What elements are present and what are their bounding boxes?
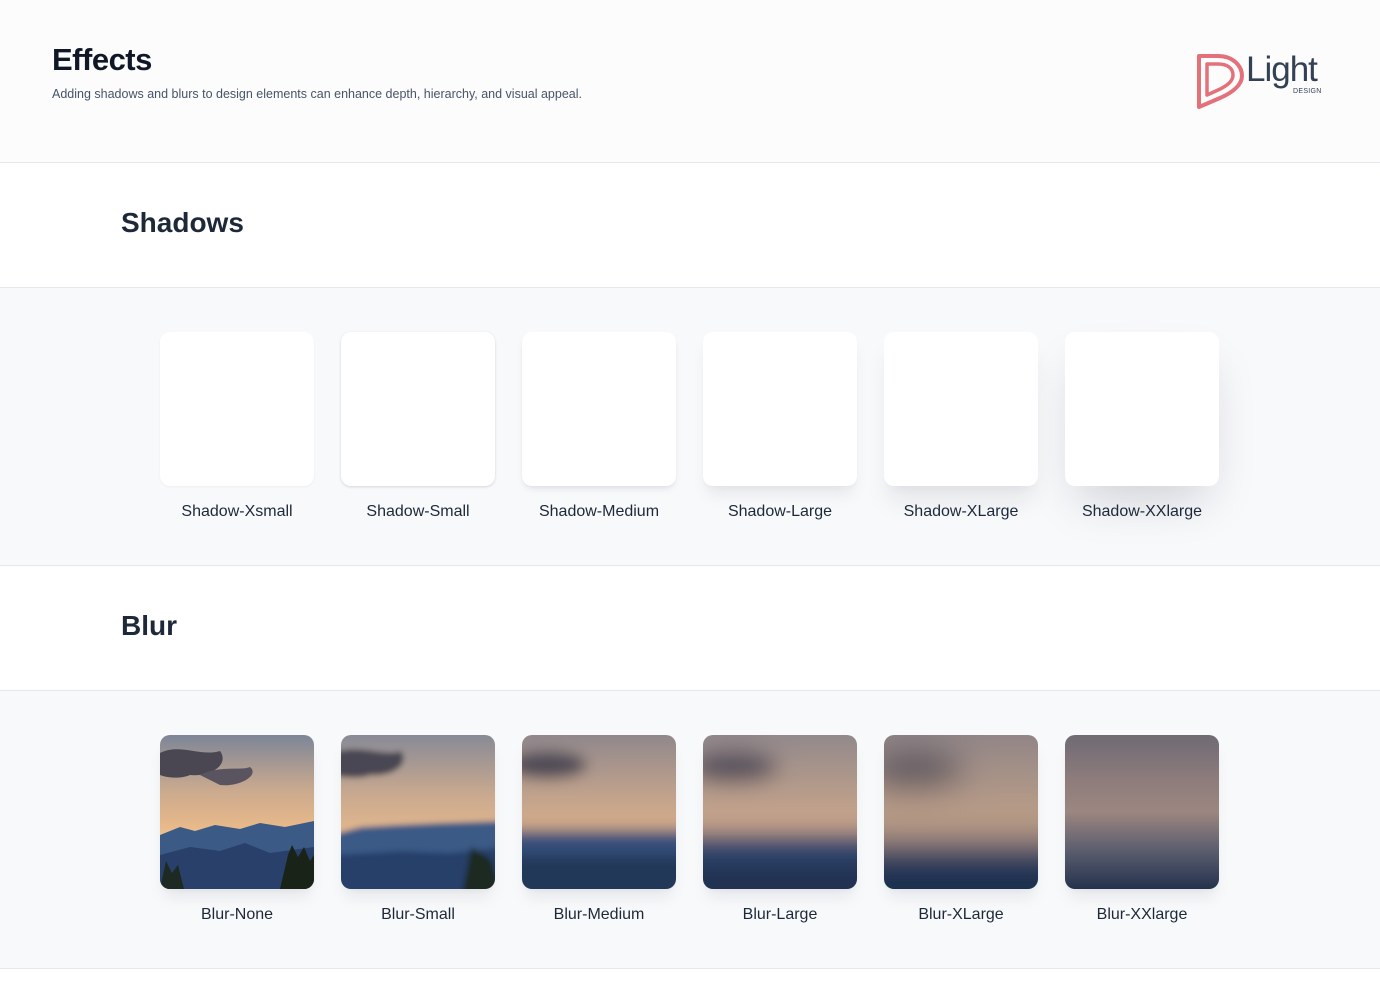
sunset-image-blur-medium — [522, 735, 676, 889]
shadow-swatch — [522, 332, 676, 486]
blur-panel: Blur-None Blur-Small Blur-Medium Blur-La… — [0, 690, 1380, 969]
shadow-label: Shadow-Medium — [538, 503, 660, 520]
shadow-swatch — [160, 332, 314, 486]
shadows-section-title: Shadows — [121, 207, 244, 238]
shadow-label: Shadow-XXlarge — [1081, 503, 1203, 520]
sunset-image-blur-small — [341, 735, 495, 889]
blur-label: Blur-Large — [742, 906, 818, 923]
page-title: Effects — [52, 42, 152, 77]
logo-wordmark: Light — [1246, 50, 1318, 89]
shadow-swatch — [703, 332, 857, 486]
blur-photo — [884, 735, 1038, 889]
blur-label: Blur-None — [200, 906, 274, 923]
page-header: Effects Adding shadows and blurs to desi… — [0, 0, 1380, 163]
brand-logo: Light DESIGN — [1196, 50, 1331, 110]
blur-photo — [160, 735, 314, 889]
sunset-image — [160, 735, 314, 889]
shadow-swatch — [341, 332, 495, 486]
shadow-label: Shadow-Small — [366, 503, 470, 520]
sunset-image-blur-large — [703, 735, 857, 889]
blur-photo — [341, 735, 495, 889]
blur-section-title: Blur — [121, 610, 177, 641]
blur-photo — [703, 735, 857, 889]
sunset-image-blur-xxlarge — [1065, 735, 1219, 889]
blur-label: Blur-XXlarge — [1096, 906, 1188, 923]
shadow-swatch — [1065, 332, 1219, 486]
blur-label: Blur-XLarge — [918, 906, 1004, 923]
shadow-label: Shadow-XLarge — [903, 503, 1019, 520]
page-description: Adding shadows and blurs to design eleme… — [52, 87, 582, 101]
logo-mark-icon — [1197, 54, 1244, 109]
shadow-label: Shadow-Large — [727, 503, 833, 520]
blur-label: Blur-Small — [381, 906, 455, 923]
sunset-image-blur-xlarge — [884, 735, 1038, 889]
logo-subtext: DESIGN — [1293, 88, 1322, 95]
blur-photo — [522, 735, 676, 889]
shadows-panel: Shadow-Xsmall Shadow-Small Shadow-Medium… — [0, 287, 1380, 566]
blur-label: Blur-Medium — [553, 906, 645, 923]
blur-photo — [1065, 735, 1219, 889]
shadow-label: Shadow-Xsmall — [181, 503, 293, 520]
shadow-swatch — [884, 332, 1038, 486]
